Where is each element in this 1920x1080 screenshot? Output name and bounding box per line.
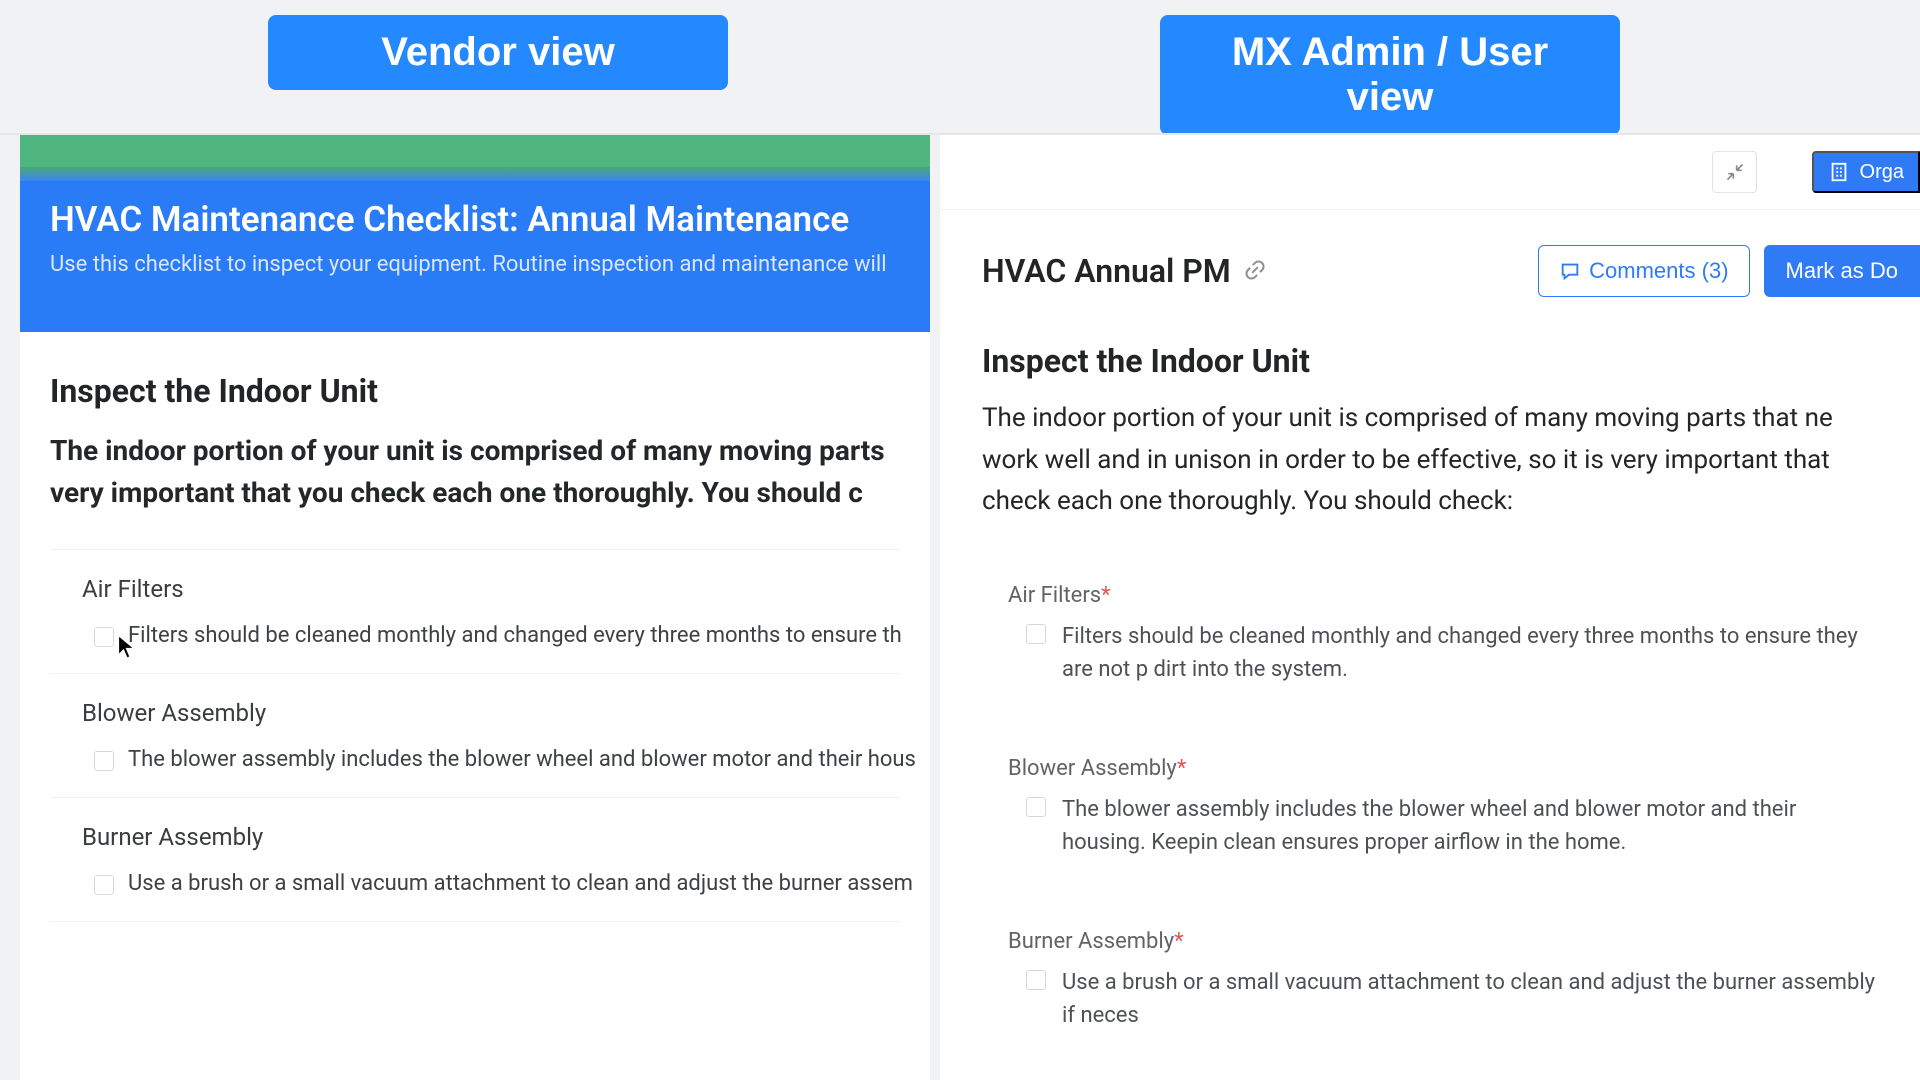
admin-checklist-item: Air Filters* Filters should be cleaned m… [982,563,1878,706]
item-title: Blower Assembly [82,699,900,727]
checkbox-burner-assembly[interactable] [94,875,114,895]
admin-item-description: The blower assembly includes the blower … [1062,793,1878,859]
admin-section-title: Inspect the Indoor Unit [982,342,1878,380]
item-description: Use a brush or a small vacuum attachment… [128,871,913,896]
checkbox-air-filters[interactable] [94,627,114,647]
admin-checkbox-air-filters[interactable] [1026,624,1046,644]
vendor-hero: HVAC Maintenance Checklist: Annual Maint… [20,181,930,332]
admin-item-description: Filters should be cleaned monthly and ch… [1062,620,1878,686]
admin-item-title: Air Filters* [1008,583,1878,608]
item-title: Burner Assembly [82,823,900,851]
checkbox-blower-assembly[interactable] [94,751,114,771]
checklist-item: Burner Assembly Use a brush or a small v… [50,797,900,921]
organization-button[interactable]: Orga [1812,151,1920,193]
vendor-hero-subtitle: Use this checklist to inspect your equip… [50,252,900,277]
admin-item-title: Burner Assembly* [1008,929,1878,954]
admin-checklist-item: Burner Assembly* Use a brush or a small … [982,909,1878,1052]
organization-button-label: Orga [1860,161,1904,184]
admin-checkbox-blower-assembly[interactable] [1026,797,1046,817]
admin-item-description: Use a brush or a small vacuum attachment… [1062,966,1878,1032]
link-icon[interactable] [1243,259,1267,283]
vendor-view-label-button[interactable]: Vendor view [268,15,728,90]
vendor-section-intro: The indoor portion of your unit is compr… [50,430,900,514]
comments-button-label: Comments (3) [1589,258,1728,284]
building-icon [1828,161,1850,183]
collapse-icon [1725,162,1745,182]
mark-done-button[interactable]: Mark as Do [1764,245,1920,297]
checklist-item-placeholder [50,921,900,972]
vendor-hero-green-bar [20,135,930,181]
admin-section-intro: The indoor portion of your unit is compr… [982,398,1878,523]
admin-heading: HVAC Annual PM [982,252,1267,290]
comments-button[interactable]: Comments (3) [1538,245,1749,297]
vendor-section-title: Inspect the Indoor Unit [50,372,900,410]
admin-item-title: Blower Assembly* [1008,756,1878,781]
vendor-panel: HVAC Maintenance Checklist: Annual Maint… [20,135,930,1080]
admin-topbar: Orga [940,135,1920,210]
item-description: Filters should be cleaned monthly and ch… [128,623,902,648]
comment-icon [1559,260,1581,282]
checklist-item: Blower Assembly The blower assembly incl… [50,673,900,797]
admin-checklist-item: Blower Assembly* The blower assembly inc… [982,736,1878,879]
item-title: Air Filters [82,575,900,603]
admin-view-label-button[interactable]: MX Admin / User view [1160,15,1620,135]
collapse-button[interactable] [1712,151,1757,193]
checklist-item: Air Filters Filters should be cleaned mo… [50,549,900,673]
admin-heading-text: HVAC Annual PM [982,252,1231,290]
admin-panel: Orga HVAC Annual PM Comments (3) Mark as… [940,135,1920,1080]
vendor-hero-title: HVAC Maintenance Checklist: Annual Maint… [50,199,900,240]
admin-checkbox-burner-assembly[interactable] [1026,970,1046,990]
item-description: The blower assembly includes the blower … [128,747,916,772]
